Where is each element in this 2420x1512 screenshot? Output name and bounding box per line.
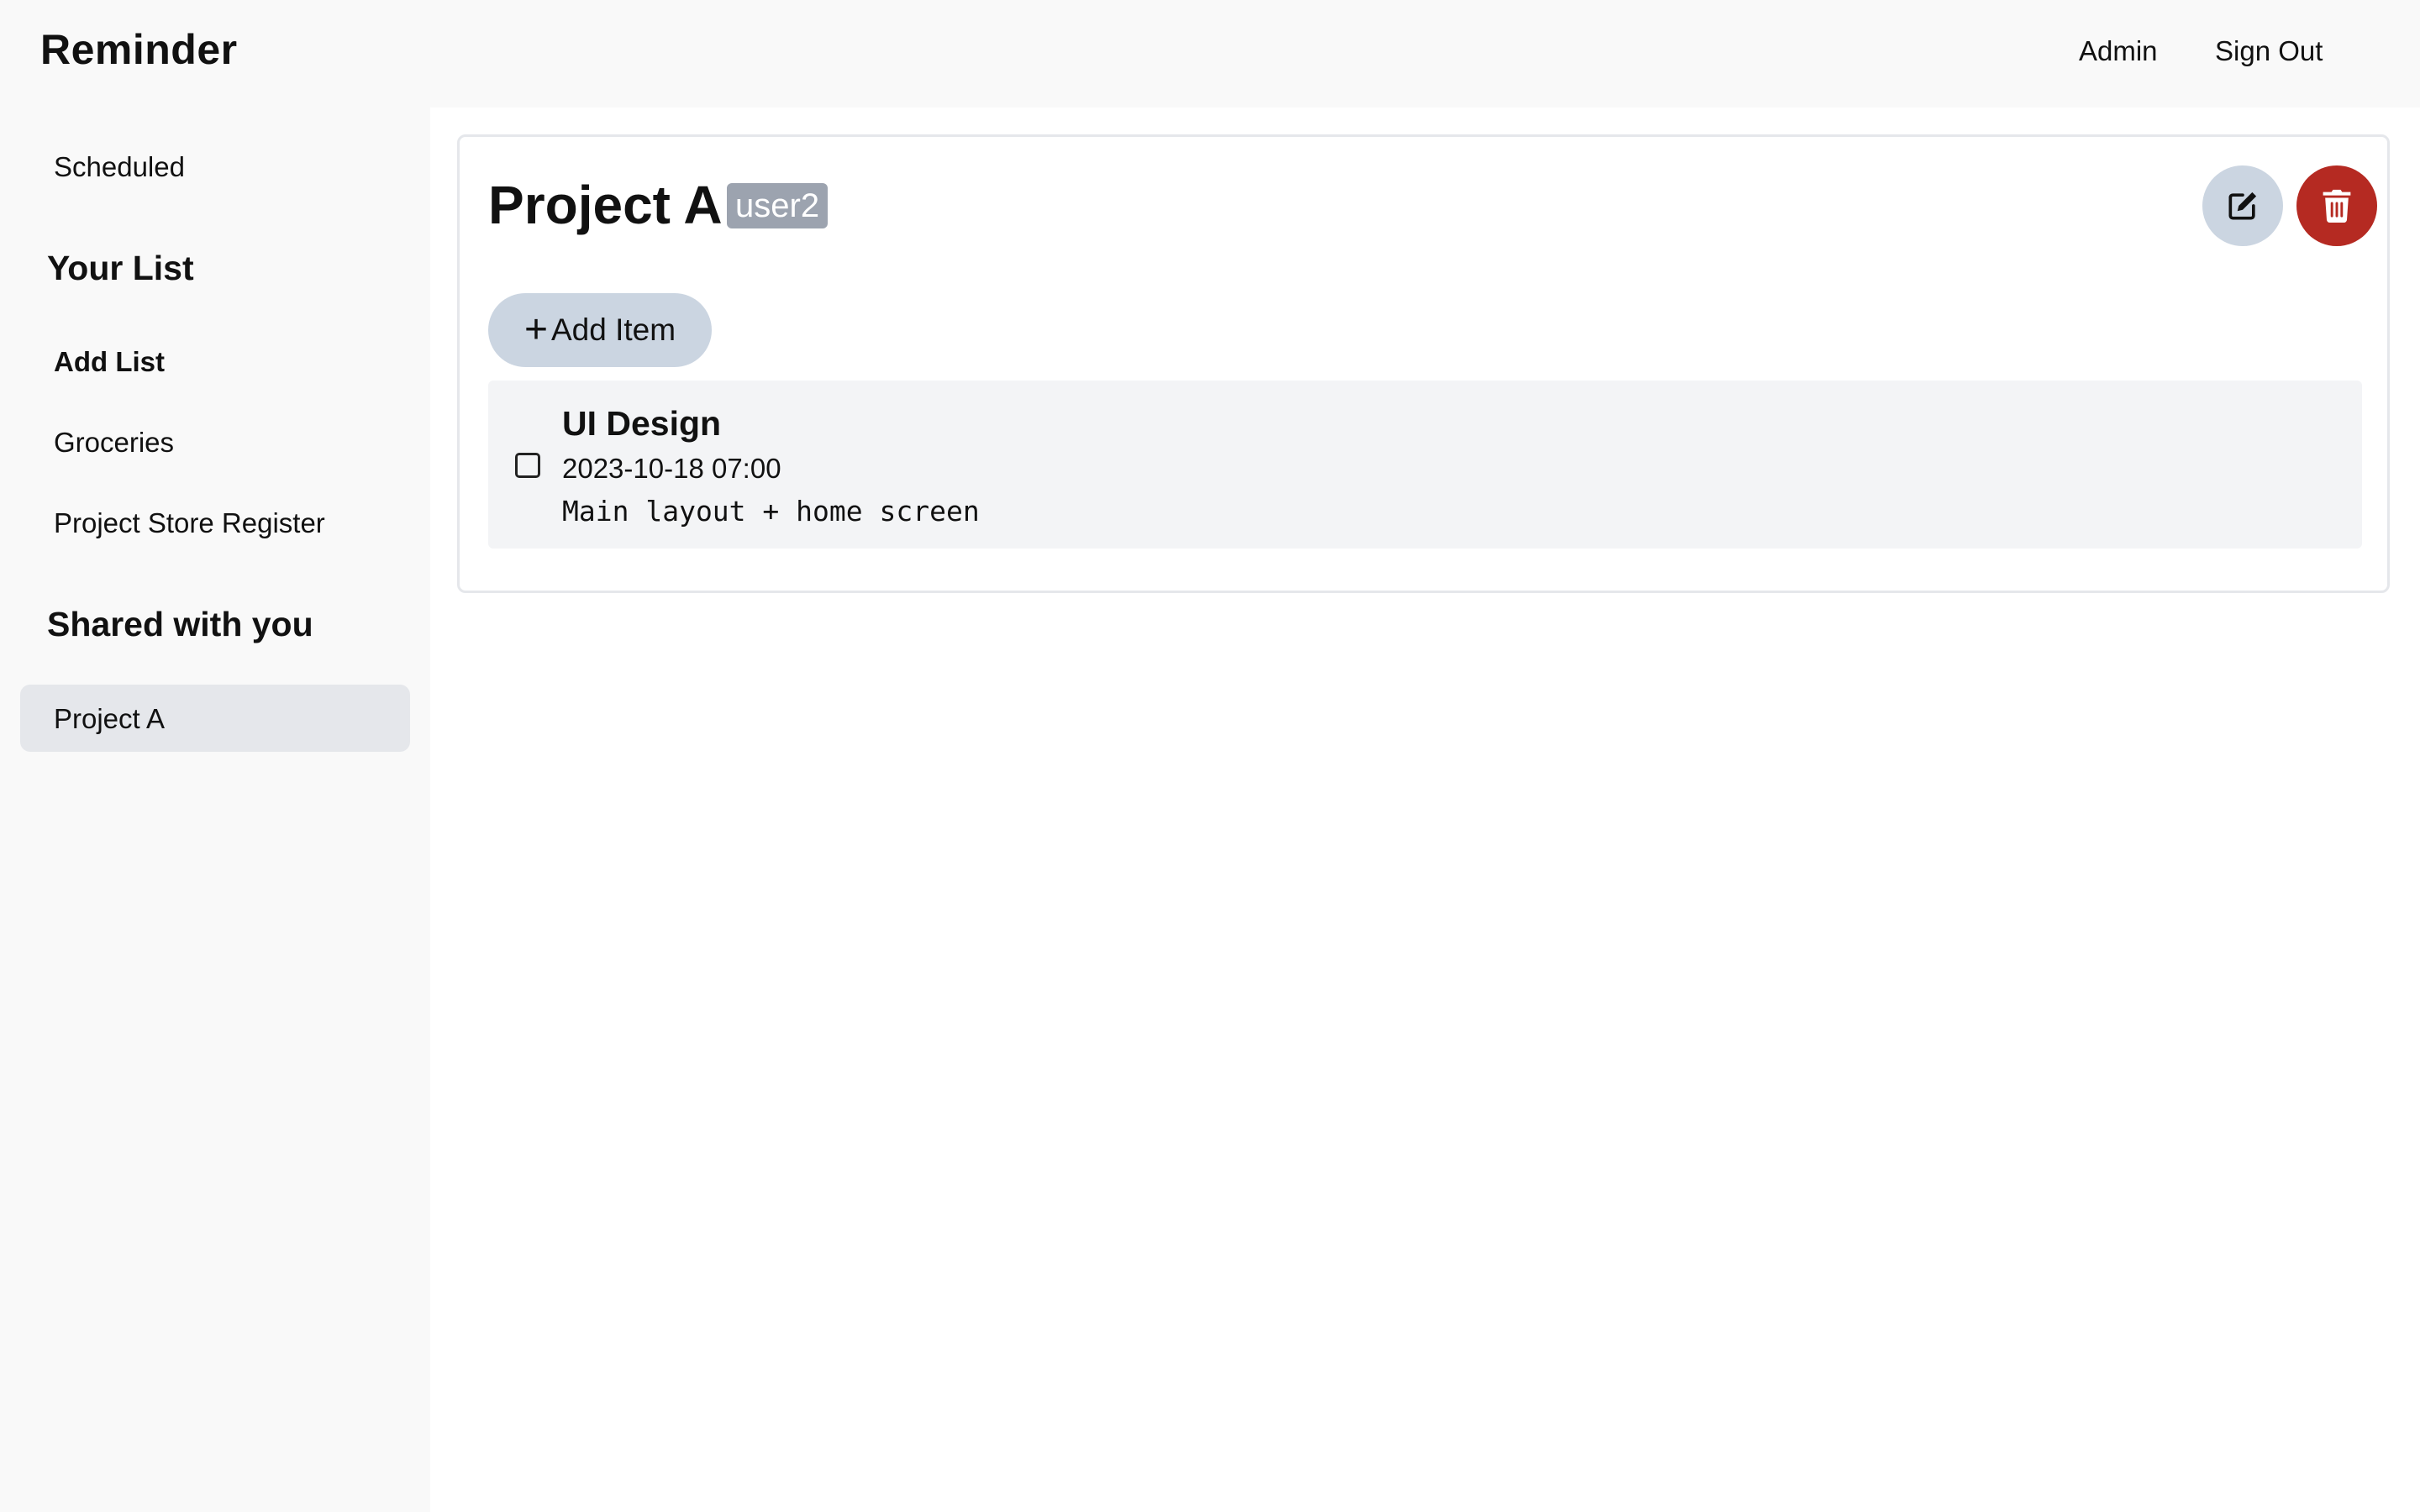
- admin-link[interactable]: Admin: [2079, 35, 2158, 67]
- add-item-label: Add Item: [550, 312, 676, 347]
- edit-list-button[interactable]: [2202, 165, 2283, 246]
- top-bar: Reminder Admin Sign Out: [0, 0, 2420, 108]
- sidebar-item-project-store-register[interactable]: Project Store Register: [54, 507, 325, 539]
- edit-icon: [2228, 192, 2257, 220]
- owner-badge: user2: [727, 183, 829, 228]
- app-brand[interactable]: Reminder: [40, 25, 238, 74]
- sidebar-item-label: Project A: [54, 703, 166, 734]
- list-title: Project A: [488, 175, 723, 235]
- your-list-heading: Your List: [47, 249, 194, 287]
- list-card: Project A user2 + Add Item UI Design 202…: [457, 134, 2390, 593]
- add-item-button[interactable]: + Add Item: [488, 293, 712, 367]
- item-title: UI Design: [562, 404, 722, 443]
- sidebar: Scheduled Your List Add List Groceries P…: [0, 108, 430, 1512]
- delete-list-button[interactable]: [2296, 165, 2377, 246]
- add-list-button[interactable]: Add List: [54, 346, 165, 378]
- list-item[interactable]: UI Design 2023-10-18 07:00 Main layout +…: [488, 381, 2362, 549]
- main-content: Project A user2 + Add Item UI Design 202…: [430, 108, 2420, 1512]
- trash-icon: [2323, 189, 2351, 223]
- item-notes: Main layout + home screen: [562, 495, 980, 528]
- sidebar-item-project-a[interactable]: Project A: [20, 685, 410, 752]
- item-checkbox[interactable]: [515, 453, 540, 478]
- shared-with-you-heading: Shared with you: [47, 605, 313, 643]
- item-datetime: 2023-10-18 07:00: [562, 453, 781, 484]
- sign-out-link[interactable]: Sign Out: [2215, 35, 2323, 67]
- sidebar-item-scheduled[interactable]: Scheduled: [54, 151, 185, 183]
- plus-icon: +: [523, 307, 548, 352]
- sidebar-item-groceries[interactable]: Groceries: [54, 427, 174, 459]
